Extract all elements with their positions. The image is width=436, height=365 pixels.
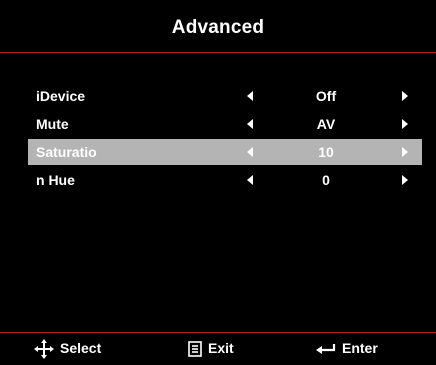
setting-row-idevice[interactable]: iDevice Off	[28, 83, 422, 109]
setting-label: Mute	[36, 116, 69, 132]
setting-value: 0	[322, 172, 330, 188]
select-hint-label: Select	[60, 340, 102, 356]
key-hints-bar: Select Exit Enter	[0, 333, 436, 364]
title-divider	[0, 52, 436, 53]
setting-value: AV	[316, 116, 336, 132]
setting-row-hue[interactable]: n Hue 0	[28, 167, 422, 193]
increase-arrow-icon[interactable]	[402, 119, 408, 129]
decrease-arrow-icon[interactable]	[247, 91, 253, 101]
decrease-arrow-icon[interactable]	[247, 147, 253, 157]
setting-value: Off	[315, 88, 337, 104]
enter-hint-label: Enter	[342, 340, 378, 356]
menu-icon	[188, 340, 202, 357]
setting-value: 10	[318, 144, 334, 160]
setting-row-mute[interactable]: Mute AV	[28, 111, 422, 137]
exit-hint: Exit	[188, 333, 234, 364]
osd-menu: Advanced iDevice Off Mute AV Saturatio 1…	[0, 0, 436, 364]
increase-arrow-icon[interactable]	[402, 175, 408, 185]
four-way-arrow-icon	[34, 338, 54, 359]
increase-arrow-icon[interactable]	[402, 91, 408, 101]
return-arrow-icon	[316, 343, 336, 355]
select-hint: Select	[34, 333, 101, 364]
settings-list: iDevice Off Mute AV Saturatio 10 n Hue 0	[28, 83, 422, 195]
exit-hint-label: Exit	[208, 340, 234, 356]
setting-label: iDevice	[36, 88, 86, 104]
enter-hint: Enter	[316, 333, 378, 364]
setting-label: Saturatio	[36, 144, 97, 160]
setting-row-saturation[interactable]: Saturatio 10	[28, 139, 422, 165]
decrease-arrow-icon[interactable]	[247, 119, 253, 129]
setting-label: n Hue	[36, 172, 75, 188]
increase-arrow-icon[interactable]	[402, 147, 408, 157]
decrease-arrow-icon[interactable]	[247, 175, 253, 185]
menu-title: Advanced	[171, 17, 265, 38]
